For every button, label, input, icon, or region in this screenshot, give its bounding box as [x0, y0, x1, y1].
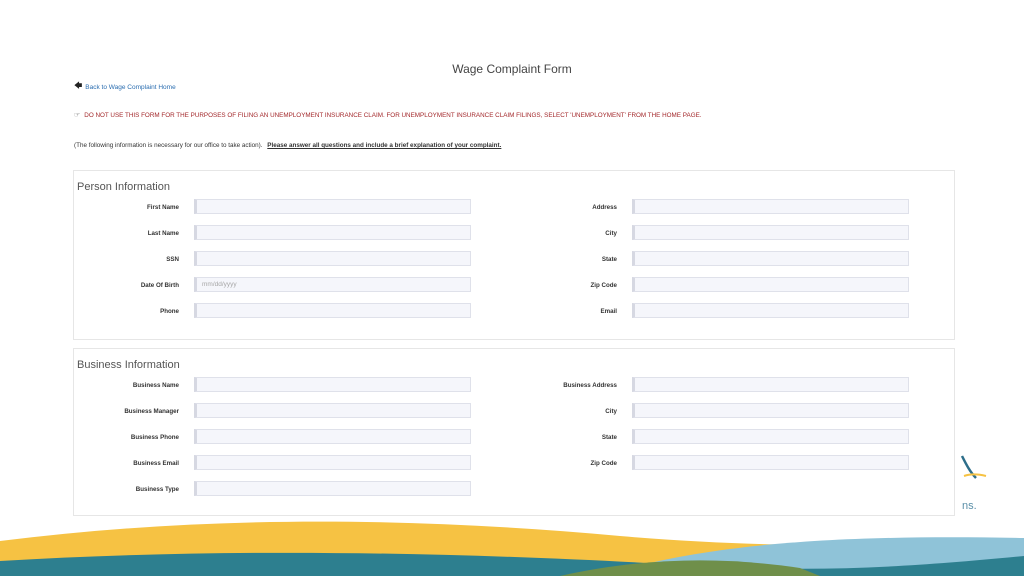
business-state-input[interactable]: [632, 429, 909, 444]
business-email-label: Business Email: [133, 460, 179, 467]
business-manager-label: Business Manager: [124, 408, 179, 415]
info-notice: (The following information is necessary …: [74, 142, 501, 149]
back-link[interactable]: 🡄 Back to Wage Complaint Home: [74, 80, 176, 94]
dob-input[interactable]: [194, 277, 471, 292]
pointing-hand-icon: ☞: [74, 112, 81, 119]
info-bold-text: Please answer all questions and include …: [267, 142, 502, 149]
business-zip-code-label: Zip Code: [590, 460, 617, 467]
phone-input[interactable]: [194, 303, 471, 318]
ssn-label: SSN: [166, 256, 179, 263]
business-manager-input[interactable]: [194, 403, 471, 418]
business-email-input[interactable]: [194, 455, 471, 470]
business-section-title: Business Information: [77, 359, 180, 371]
business-phone-label: Business Phone: [130, 434, 179, 441]
logo-mark-icon: [960, 455, 987, 479]
page-title: Wage Complaint Form: [452, 62, 572, 76]
zip-code-input[interactable]: [632, 277, 909, 292]
business-phone-input[interactable]: [194, 429, 471, 444]
city-label: City: [605, 230, 617, 237]
city-input[interactable]: [632, 225, 909, 240]
business-city-label: City: [605, 408, 617, 415]
business-address-label: Business Address: [563, 382, 617, 389]
first-name-input[interactable]: [194, 199, 471, 214]
business-address-input[interactable]: [632, 377, 909, 392]
state-input[interactable]: [632, 251, 909, 266]
business-state-label: State: [601, 434, 617, 441]
person-section-title: Person Information: [77, 181, 170, 193]
phone-label: Phone: [160, 308, 179, 315]
warning-notice: ☞ DO NOT USE THIS FORM FOR THE PURPOSES …: [74, 111, 702, 120]
business-zip-code-input[interactable]: [632, 455, 909, 470]
business-name-label: Business Name: [132, 382, 179, 389]
back-link-label: Back to Wage Complaint Home: [85, 83, 176, 91]
address-input[interactable]: [632, 199, 909, 214]
business-type-label: Business Type: [135, 486, 179, 493]
ssn-input[interactable]: [194, 251, 471, 266]
business-city-input[interactable]: [632, 403, 909, 418]
dob-label: Date Of Birth: [140, 282, 179, 289]
business-type-input[interactable]: [194, 481, 471, 496]
first-name-label: First Name: [147, 204, 179, 211]
business-information-panel: Business Information Business Name Busin…: [73, 348, 955, 516]
person-information-panel: Person Information First Name Last Name …: [73, 170, 955, 340]
decorative-wave: [0, 521, 1024, 576]
state-label: State: [601, 256, 617, 263]
last-name-input[interactable]: [194, 225, 471, 240]
logo-text: ns.: [962, 500, 977, 512]
business-name-input[interactable]: [194, 377, 471, 392]
last-name-label: Last Name: [147, 230, 179, 237]
arrow-left-icon: 🡄: [74, 81, 83, 90]
email-input[interactable]: [632, 303, 909, 318]
warning-text: DO NOT USE THIS FORM FOR THE PURPOSES OF…: [84, 111, 702, 119]
info-text: (The following information is necessary …: [74, 142, 263, 149]
address-label: Address: [592, 204, 617, 211]
zip-code-label: Zip Code: [590, 282, 617, 289]
email-label: Email: [600, 308, 617, 315]
